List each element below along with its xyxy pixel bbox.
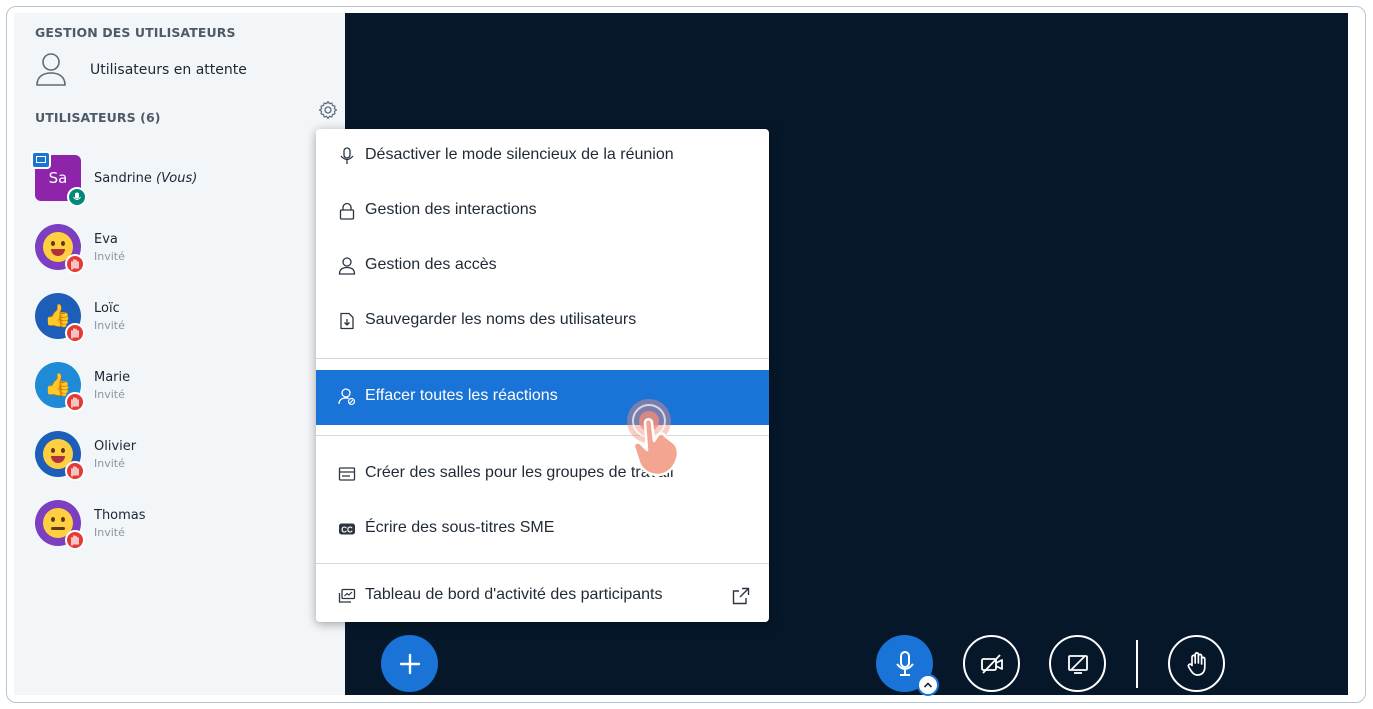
user-item-loic[interactable]: 👍 Loïc Invité <box>35 288 125 344</box>
camera-off-icon <box>980 653 1003 674</box>
user-item-olivier[interactable]: Olivier Invité <box>35 426 136 482</box>
audio-options-button[interactable] <box>917 674 939 696</box>
actions-button[interactable] <box>381 635 438 692</box>
camera-button[interactable] <box>963 635 1020 692</box>
svg-text:CC: CC <box>341 525 353 534</box>
mic-icon <box>67 187 87 207</box>
user-role: Invité <box>94 387 125 401</box>
tap-pointer-icon <box>627 399 680 477</box>
menu-divider <box>316 435 769 436</box>
raised-hand-icon <box>65 323 85 343</box>
mic-icon <box>895 650 914 676</box>
clear-reactions-icon <box>338 388 356 406</box>
avatar <box>35 224 85 274</box>
user-name: Sandrine <box>94 170 152 186</box>
screen-share-off-icon <box>1067 654 1088 674</box>
hand-icon <box>1187 651 1206 676</box>
user-role: Invité <box>94 249 125 263</box>
menu-item-interactions[interactable]: Gestion des interactions <box>316 184 769 239</box>
menu-item-captions[interactable]: CC Écrire des sous-titres SME <box>316 502 769 557</box>
controls-divider <box>1136 640 1138 688</box>
breakout-rooms-icon <box>338 467 356 481</box>
presenter-icon <box>31 151 51 169</box>
lock-icon <box>339 202 355 220</box>
user-name: Eva <box>94 231 118 247</box>
dashboard-icon <box>338 588 356 603</box>
waiting-users-label: Utilisateurs en attente <box>90 62 247 78</box>
menu-item-save-names[interactable]: Sauvegarder les noms des utilisateurs <box>316 294 769 349</box>
user-name: Marie <box>94 369 131 385</box>
raised-hand-icon <box>65 530 85 550</box>
avatar: 👍 <box>35 362 85 412</box>
user-role: Invité <box>94 456 125 470</box>
user-icon <box>338 257 356 275</box>
avatar <box>35 431 85 481</box>
user-list-panel: GESTION DES UTILISATEURS Utilisateurs en… <box>14 13 345 695</box>
menu-item-activity-dashboard[interactable]: Tableau de bord d'activité des participa… <box>316 569 769 624</box>
gear-icon[interactable] <box>318 100 338 120</box>
user-name: Olivier <box>94 438 137 454</box>
user-item-sandrine[interactable]: Sa Sandrine (Vous) <box>31 150 198 207</box>
menu-item-label: Tableau de bord d'activité des participa… <box>365 586 663 603</box>
menu-item-label: Effacer toutes les réactions <box>365 387 558 404</box>
raise-hand-button[interactable] <box>1168 635 1225 692</box>
menu-item-label: Gestion des accès <box>365 256 497 273</box>
user-role: Invité <box>94 318 125 332</box>
user-item-thomas[interactable]: Thomas Invité <box>35 495 146 551</box>
user-item-marie[interactable]: 👍 Marie Invité <box>35 357 130 413</box>
raised-hand-icon <box>65 461 85 481</box>
user-management-title: GESTION DES UTILISATEURS <box>35 25 236 40</box>
screen-share-button[interactable] <box>1049 635 1106 692</box>
user-role: Invité <box>94 525 125 539</box>
user-name: Loïc <box>94 300 120 316</box>
menu-item-breakout-rooms[interactable]: Créer des salles pour les groupes de tra… <box>316 447 769 502</box>
menu-item-label: Désactiver le mode silencieux de la réun… <box>365 146 674 163</box>
external-link-icon <box>732 587 750 605</box>
user-options-menu: Désactiver le mode silencieux de la réun… <box>316 129 769 622</box>
menu-item-label: Écrire des sous-titres SME <box>365 519 555 536</box>
menu-item-access[interactable]: Gestion des accès <box>316 239 769 294</box>
menu-item-clear-reactions[interactable]: Effacer toutes les réactions <box>316 370 769 425</box>
menu-divider <box>316 563 769 564</box>
menu-item-label: Sauvegarder les noms des utilisateurs <box>365 311 637 328</box>
thumbs-up-icon: 👍 <box>44 372 72 397</box>
you-label: (Vous) <box>156 170 198 186</box>
avatar-initials: Sa <box>48 169 68 187</box>
avatar: Sa <box>31 151 87 207</box>
mic-icon <box>340 147 354 164</box>
avatar <box>35 500 85 550</box>
users-title: UTILISATEURS (6) <box>35 110 161 125</box>
person-icon <box>36 53 66 86</box>
raised-hand-icon <box>65 254 85 274</box>
plus-icon <box>399 653 420 674</box>
menu-item-unmute-meeting[interactable]: Désactiver le mode silencieux de la réun… <box>316 129 769 184</box>
waiting-users-item[interactable]: Utilisateurs en attente <box>34 52 247 88</box>
closed-captions-icon: CC <box>339 523 355 535</box>
raised-hand-icon <box>65 392 85 412</box>
menu-divider <box>316 358 769 359</box>
thumbs-up-icon: 👍 <box>44 303 72 328</box>
user-name: Thomas <box>94 507 146 523</box>
chevron-up-icon <box>923 682 933 688</box>
menu-item-label: Gestion des interactions <box>365 201 537 218</box>
avatar: 👍 <box>35 293 85 343</box>
user-item-eva[interactable]: Eva Invité <box>35 219 125 275</box>
download-file-icon <box>340 312 354 330</box>
